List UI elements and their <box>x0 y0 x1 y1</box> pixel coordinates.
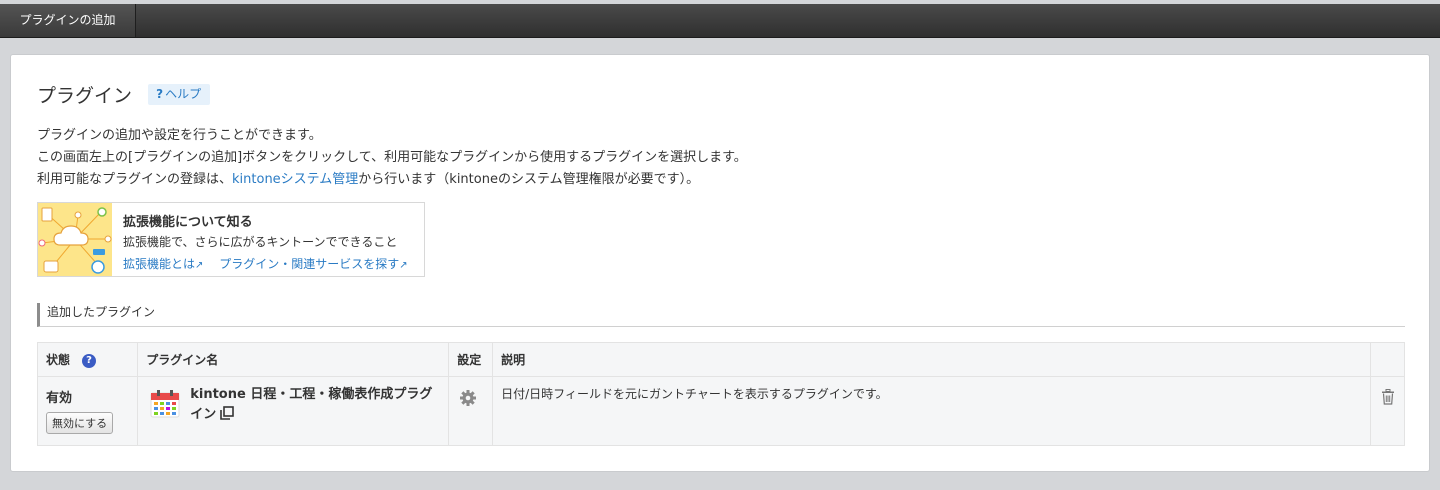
external-link-icon: ↗ <box>195 260 204 271</box>
description-line-3: 利用可能なプラグインの登録は、kintoneシステム管理から行います（kinto… <box>37 169 747 191</box>
plugin-table: 状態? プラグイン名 設定 説明 有効 無効にする kintone 日程・工程・… <box>36 342 1405 446</box>
description-column-header: 説明 <box>492 342 1371 377</box>
trash-icon[interactable] <box>1381 389 1395 405</box>
settings-column-header: 設定 <box>448 342 494 377</box>
description-line-3-before: 利用可能なプラグインの登録は、 <box>37 172 233 187</box>
plugin-name-cell: kintone 日程・工程・稼働表作成プラグイン <box>137 376 450 446</box>
plugin-panel: プラグイン ? ヘルプ プラグインの追加や設定を行うことができます。 この画面左上… <box>10 54 1430 472</box>
status-header-label: 状態 <box>46 353 71 367</box>
promo-links: 拡張機能とは↗ プラグイン・関連サービスを探す↗ <box>123 255 420 272</box>
description-cell: 日付/日時フィールドを元にガントチャートを表示するプラグインです。 <box>492 376 1371 446</box>
disable-button[interactable]: 無効にする <box>46 412 114 434</box>
help-icon: ? <box>156 87 164 101</box>
find-plugins-label: プラグイン・関連サービスを探す <box>219 257 400 271</box>
description-line-1: プラグインの追加や設定を行うことができます。 <box>37 128 322 143</box>
delete-column-header <box>1370 342 1405 377</box>
table-row: 有効 無効にする kintone 日程・工程・稼働表作成プラグイン 日付/日時フ… <box>36 376 1405 446</box>
open-window-icon[interactable] <box>220 406 235 420</box>
help-link[interactable]: ? ヘルプ <box>148 84 211 105</box>
status-cell: 有効 無効にする <box>36 376 139 446</box>
status-column-header: 状態? <box>36 342 139 377</box>
extension-illustration <box>38 203 112 276</box>
table-header-row: 状態? プラグイン名 設定 説明 <box>36 342 1405 377</box>
description-line-3-after: から行います（kintoneのシステム管理権限が必要です）。 <box>358 172 700 187</box>
description: プラグインの追加や設定を行うことができます。 この画面左上の[プラグインの追加]… <box>37 125 747 191</box>
help-label: ヘルプ <box>165 87 202 101</box>
status-text: 有効 <box>46 391 73 406</box>
external-link-icon: ↗ <box>399 260 408 271</box>
delete-cell <box>1370 376 1405 446</box>
calendar-icon <box>150 390 180 418</box>
top-toolbar: プラグインの追加 <box>0 4 1440 38</box>
title-row: プラグイン ? ヘルプ <box>37 81 211 107</box>
promo-subtitle: 拡張機能で、さらに広がるキントーンでできること <box>123 235 398 249</box>
promo-title: 拡張機能について知る <box>123 215 253 230</box>
plugin-name: kintone 日程・工程・稼働表作成プラグイン <box>190 385 440 425</box>
system-admin-link[interactable]: kintoneシステム管理 <box>232 172 358 187</box>
added-plugins-heading: 追加したプラグイン <box>37 303 1405 327</box>
name-column-header: プラグイン名 <box>137 342 450 377</box>
add-plugin-button[interactable]: プラグインの追加 <box>0 4 136 37</box>
gear-icon[interactable] <box>459 389 477 407</box>
page-title: プラグイン <box>37 85 133 107</box>
what-is-extension-label: 拡張機能とは <box>123 257 196 271</box>
settings-cell <box>448 376 494 446</box>
description-line-2: この画面左上の[プラグインの追加]ボタンをクリックして、利用可能なプラグインから… <box>37 150 747 165</box>
find-plugins-link[interactable]: プラグイン・関連サービスを探す↗ <box>219 257 407 271</box>
extension-promo-card: 拡張機能について知る 拡張機能で、さらに広がるキントーンでできること 拡張機能と… <box>37 202 425 277</box>
status-help-icon[interactable]: ? <box>82 353 97 368</box>
what-is-extension-link[interactable]: 拡張機能とは↗ <box>123 257 203 271</box>
